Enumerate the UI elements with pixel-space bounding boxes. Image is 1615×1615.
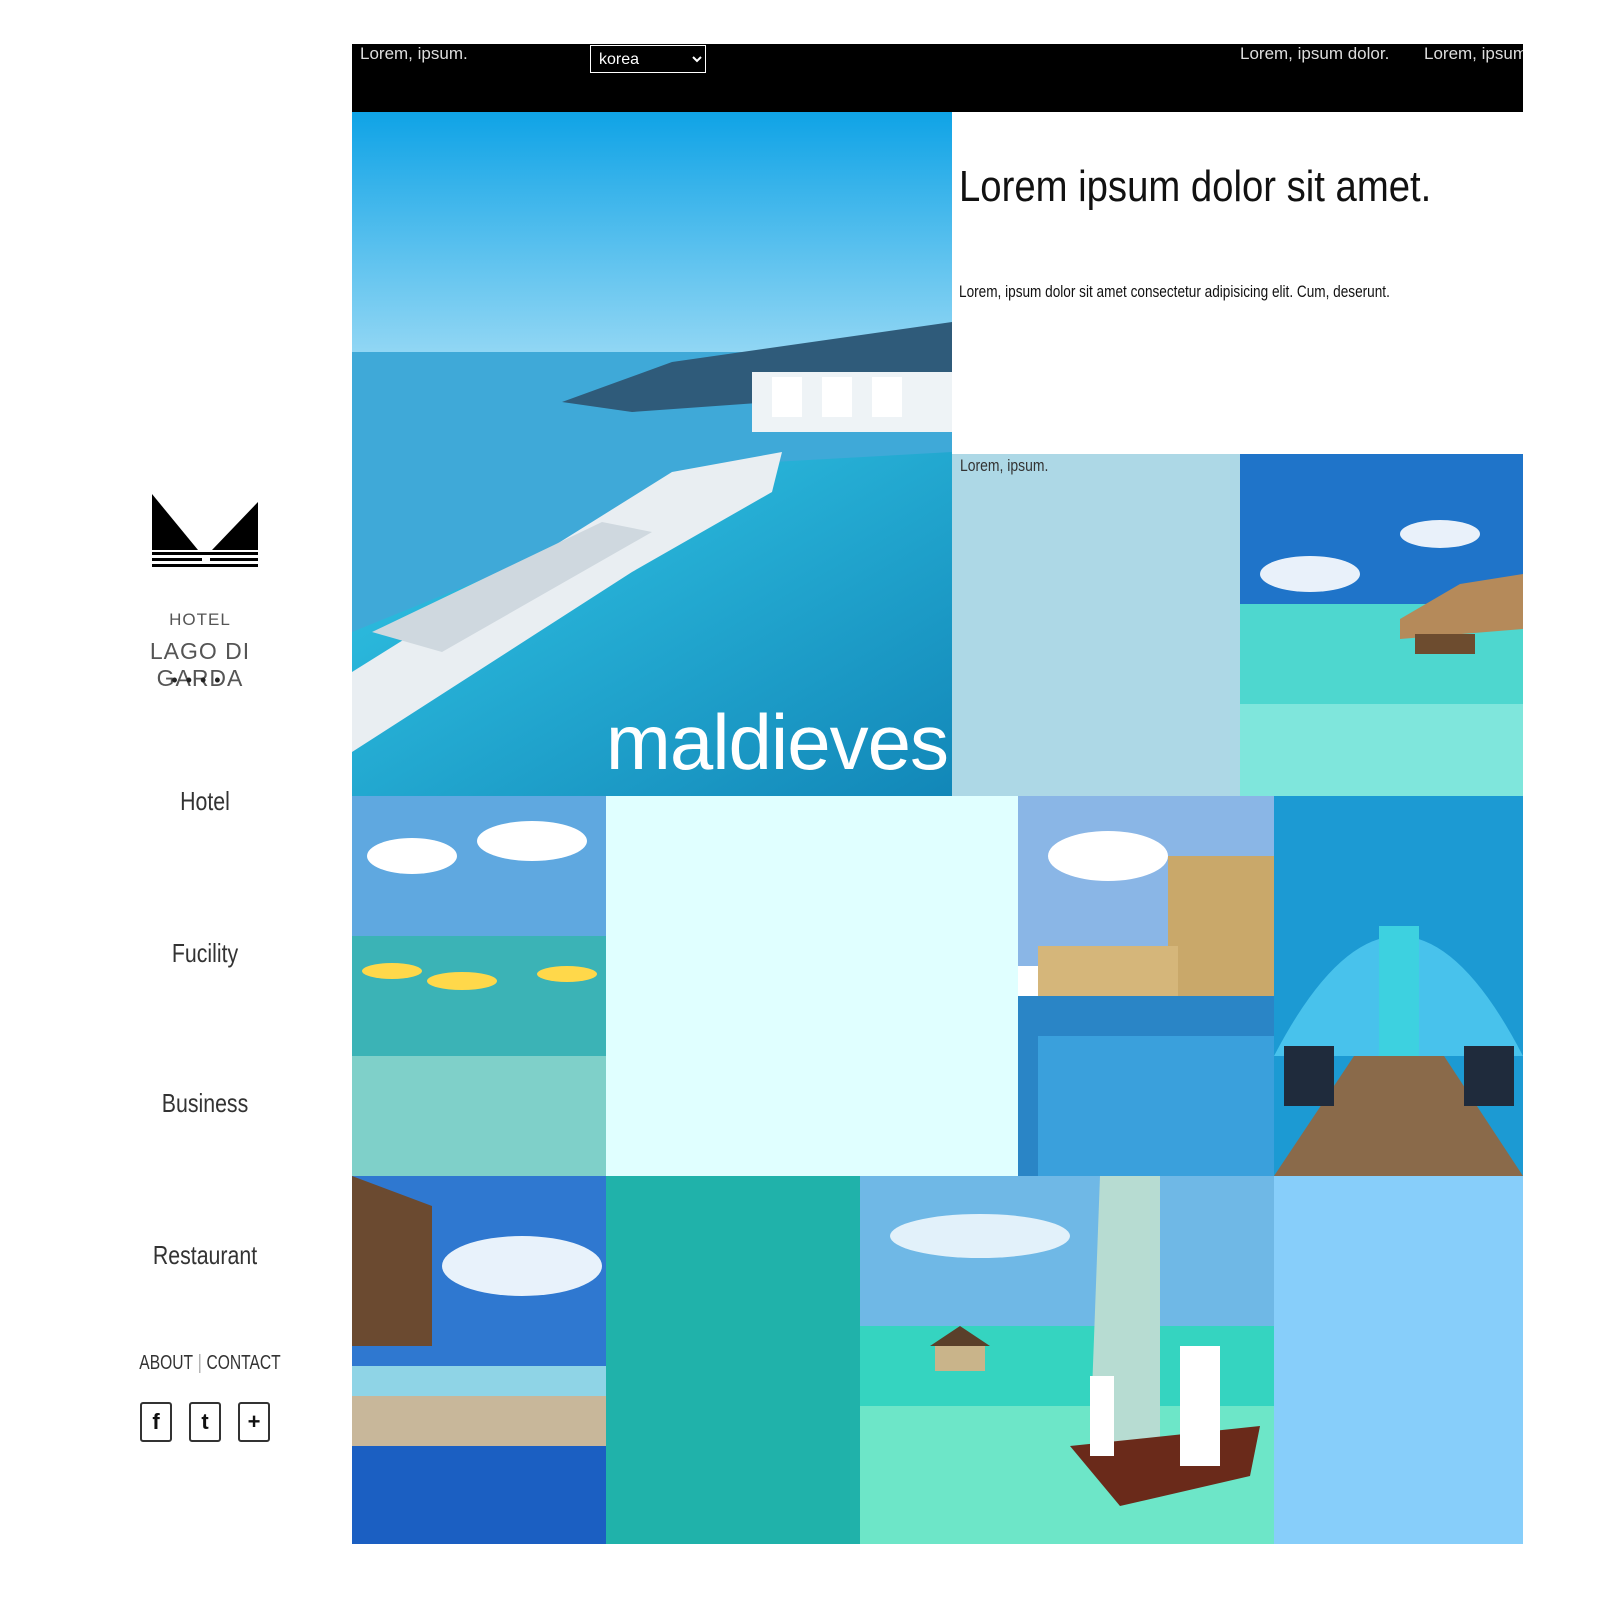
hero-caption: maldieves: [605, 698, 949, 786]
intro-title: Lorem ipsum dolor sit amet.: [959, 162, 1432, 211]
twitter-icon[interactable]: t: [189, 1402, 221, 1442]
image-tile-water-villas[interactable]: [1240, 454, 1523, 796]
nav-item-hotel[interactable]: Hotel: [103, 786, 308, 817]
color-tile-lightblue[interactable]: Lorem, ipsum.: [952, 454, 1240, 796]
region-select[interactable]: korea: [590, 45, 706, 73]
image-tile-villa-pool[interactable]: [1018, 796, 1274, 1176]
color-tile-skyblue[interactable]: [1274, 1176, 1523, 1544]
nav-item-facility[interactable]: Fucility: [103, 938, 308, 969]
brand-stars: ••••: [171, 670, 229, 690]
top-link-1[interactable]: Lorem, ipsum dolor.: [1240, 44, 1389, 64]
top-bar-text: Lorem, ipsum.: [360, 44, 468, 63]
hero-image[interactable]: maldieves: [352, 112, 952, 796]
nav-item-restaurant[interactable]: Restaurant: [103, 1240, 308, 1271]
about-link[interactable]: ABOUT: [139, 1352, 193, 1374]
image-tile-underwater-restaurant[interactable]: [1274, 796, 1523, 1176]
tile-label: Lorem, ipsum.: [960, 456, 1049, 475]
image-tile-villa-deck[interactable]: [352, 1176, 606, 1544]
image-tile-swimmers[interactable]: [352, 796, 606, 1176]
nav-item-business[interactable]: Business: [103, 1088, 308, 1119]
image-tile-sailboat[interactable]: [860, 1176, 1274, 1544]
plus-icon[interactable]: +: [238, 1402, 270, 1442]
brand-line-hotel: HOTEL: [169, 610, 231, 629]
footer-links: ABOUT | CONTACT: [124, 1352, 296, 1375]
color-tile-lightcyan[interactable]: [606, 796, 1018, 1176]
intro-text: Lorem, ipsum dolor sit amet consectetur …: [959, 282, 1390, 301]
footer-separator: |: [197, 1352, 202, 1374]
sidebar: HOTEL LAGO DI GARDA •••• Hotel Fucility …: [0, 0, 350, 1615]
facebook-icon[interactable]: f: [140, 1402, 172, 1442]
hotel-logo-icon[interactable]: [150, 492, 260, 572]
intro-section: Lorem ipsum dolor sit amet. Lorem, ipsum…: [952, 112, 1523, 454]
contact-link[interactable]: CONTACT: [206, 1352, 280, 1374]
top-bar: Lorem, ipsum. korea Lorem, ipsum dolor. …: [352, 44, 1523, 112]
color-tile-teal[interactable]: [606, 1176, 860, 1544]
top-link-2[interactable]: Lorem, ipsum: [1424, 44, 1523, 64]
